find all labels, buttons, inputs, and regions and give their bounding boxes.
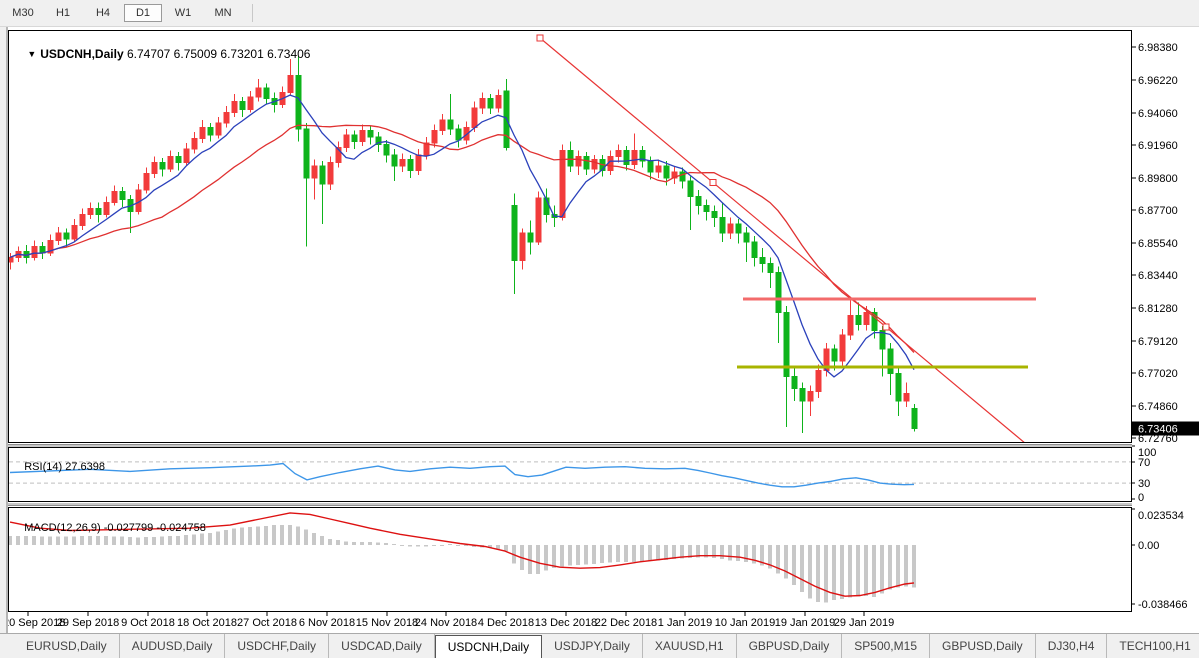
price-axis-label: 6.87700 (1138, 205, 1178, 217)
macd-name: MACD(12,26,9) (24, 522, 100, 534)
chart-tab-bar: EURUSD,DailyAUDUSD,DailyUSDCHF,DailyUSDC… (0, 633, 1199, 658)
rsi-name: RSI(14) (24, 461, 62, 473)
price-axis-label: 6.81280 (1138, 303, 1178, 315)
time-axis-label: 6 Nov 2018 (299, 617, 355, 629)
chart-tab-EURUSD-Daily[interactable]: EURUSD,Daily (14, 634, 120, 658)
chart-tab-AUDUSD-Daily[interactable]: AUDUSD,Daily (120, 634, 226, 658)
chart-tab-USDCAD-Daily[interactable]: USDCAD,Daily (329, 634, 435, 658)
time-axis-label: 24 Nov 2018 (415, 617, 477, 629)
price-axis-label: 6.79120 (1138, 336, 1178, 348)
timeframe-button-MN[interactable]: MN (204, 4, 242, 22)
macd-axis: 0.023534 0.00 -0.038466 (1132, 509, 1188, 611)
time-axis-label: 13 Dec 2018 (535, 617, 597, 629)
chart-tab-USDCNH-Daily[interactable]: USDCNH,Daily (435, 635, 542, 658)
time-axis-label: 18 Oct 2018 (177, 617, 237, 629)
rsi-axis-label: 0 (1138, 492, 1144, 504)
chart-tab-USDCHF-Daily[interactable]: USDCHF,Daily (225, 634, 329, 658)
time-axis-label: 1 Jan 2019 (658, 617, 712, 629)
macd-axis-label: 0.023534 (1138, 510, 1184, 522)
pane-frame-0 (9, 31, 1132, 443)
timeframe-button-M30[interactable]: M30 (4, 4, 42, 22)
chart-tab-GBPUSD-Daily[interactable]: GBPUSD,Daily (930, 634, 1036, 658)
timeframe-button-H4[interactable]: H4 (84, 4, 122, 22)
chart-tab-USDJPY-Daily[interactable]: USDJPY,Daily (542, 634, 643, 658)
timeframe-button-H1[interactable]: H1 (44, 4, 82, 22)
trendline-anchor-marker[interactable] (710, 179, 716, 185)
time-axis-label: 22 Dec 2018 (595, 617, 657, 629)
chevron-down-icon[interactable]: ▼ (27, 49, 36, 59)
toolbar-separator (252, 4, 253, 22)
time-axis-label: 27 Oct 2018 (237, 617, 297, 629)
price-axis-label: 6.94060 (1138, 108, 1178, 120)
chart-ohlc-values: 6.74707 6.75009 6.73201 6.73406 (127, 47, 311, 61)
chart-title: ▼ USDCNH,Daily 6.74707 6.75009 6.73201 6.… (14, 33, 310, 75)
macd-axis-label: 0.00 (1138, 540, 1159, 552)
trendline-anchor-marker[interactable] (537, 35, 543, 41)
price-axis-label: 6.91960 (1138, 140, 1178, 152)
window-splitter[interactable] (0, 27, 8, 633)
rsi-indicator-label: RSI(14) 27.6398 (12, 449, 105, 485)
macd-indicator-label: MACD(12,26,9) -0.027799 -0.024758 (12, 510, 206, 546)
trading-terminal-window: M30H1H4D1W1MN 6.98380 6.96220 6.94060 6.919… (0, 0, 1199, 658)
time-axis: 20 Sep 201829 Sep 20189 Oct 201818 Oct 2… (3, 612, 894, 629)
chart-symbol-label: USDCNH,Daily (40, 47, 123, 61)
price-axis-label: 6.77020 (1138, 368, 1178, 380)
timeframe-button-W1[interactable]: W1 (164, 4, 202, 22)
time-axis-label: 19 Jan 2019 (775, 617, 836, 629)
time-axis-label: 9 Oct 2018 (121, 617, 175, 629)
price-axis-label: 6.83440 (1138, 270, 1178, 282)
chart-tab-DJ30-H4[interactable]: DJ30,H4 (1036, 634, 1108, 658)
timeframe-toolbar: M30H1H4D1W1MN (0, 0, 1199, 27)
current-price-text: 6.73406 (1138, 423, 1178, 435)
chart-tab-SP500-M15[interactable]: SP500,M15 (842, 634, 930, 658)
price-axis-label: 6.96220 (1138, 75, 1178, 87)
pane-frame-1 (9, 448, 1132, 502)
rsi-axis-label: 70 (1138, 457, 1150, 469)
time-axis-label: 4 Dec 2018 (478, 617, 534, 629)
time-axis-label: 29 Jan 2019 (834, 617, 895, 629)
price-axis-label: 6.85540 (1138, 238, 1178, 250)
time-axis-label: 29 Sep 2018 (57, 617, 119, 629)
trendline-anchor-marker[interactable] (883, 324, 889, 330)
macd-values: -0.027799 -0.024758 (104, 522, 206, 534)
macd-axis-label: -0.038466 (1138, 599, 1188, 611)
price-axis: 6.98380 6.96220 6.94060 6.91960 6.89800 6.877… (1132, 42, 1199, 445)
timeframe-button-D1[interactable]: D1 (124, 4, 162, 22)
time-axis-label: 15 Nov 2018 (356, 617, 418, 629)
chart-tab-TECH100-H1[interactable]: TECH100,H1 (1107, 634, 1199, 658)
chart-tab-XAUUSD-H1[interactable]: XAUUSD,H1 (643, 634, 737, 658)
time-axis-label: 10 Jan 2019 (715, 617, 776, 629)
price-axis-label: 6.89800 (1138, 173, 1178, 185)
rsi-value: 27.6398 (65, 461, 105, 473)
rsi-axis: 10070300 (1132, 446, 1156, 504)
price-axis-label: 6.98380 (1138, 42, 1178, 54)
price-axis-label: 6.74860 (1138, 401, 1178, 413)
chart-tab-GBPUSD-Daily[interactable]: GBPUSD,Daily (737, 634, 843, 658)
rsi-axis-label: 30 (1138, 478, 1150, 490)
